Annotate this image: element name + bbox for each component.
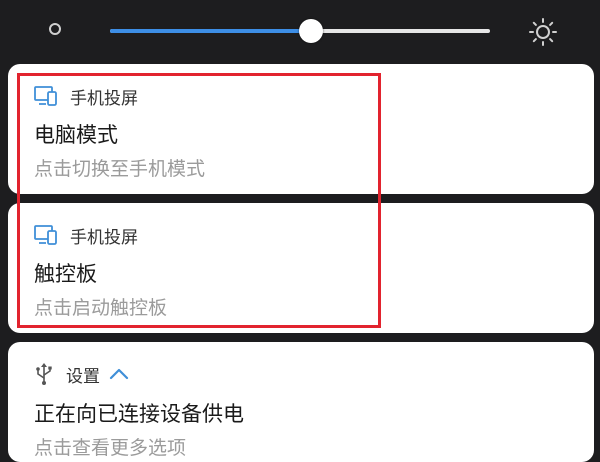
usb-icon bbox=[36, 363, 52, 385]
notification-card-usb-power[interactable]: 设置 正在向已连接设备供电 点击查看更多选项 bbox=[8, 342, 594, 462]
notification-header: 设置 bbox=[34, 362, 130, 387]
brightness-slider[interactable] bbox=[110, 19, 490, 43]
brightness-control-bar bbox=[0, 0, 600, 62]
notification-title: 正在向已连接设备供电 bbox=[34, 402, 244, 426]
brightness-slider-thumb[interactable] bbox=[299, 19, 324, 43]
brightness-high-icon bbox=[529, 18, 557, 46]
notification-app-label: 设置 bbox=[66, 366, 100, 387]
brightness-low-icon bbox=[49, 23, 61, 35]
notification-subtitle: 点击查看更多选项 bbox=[34, 437, 187, 459]
chevron-up-icon[interactable] bbox=[108, 367, 130, 381]
highlight-annotation-box bbox=[17, 73, 381, 328]
brightness-slider-fill bbox=[110, 29, 312, 33]
